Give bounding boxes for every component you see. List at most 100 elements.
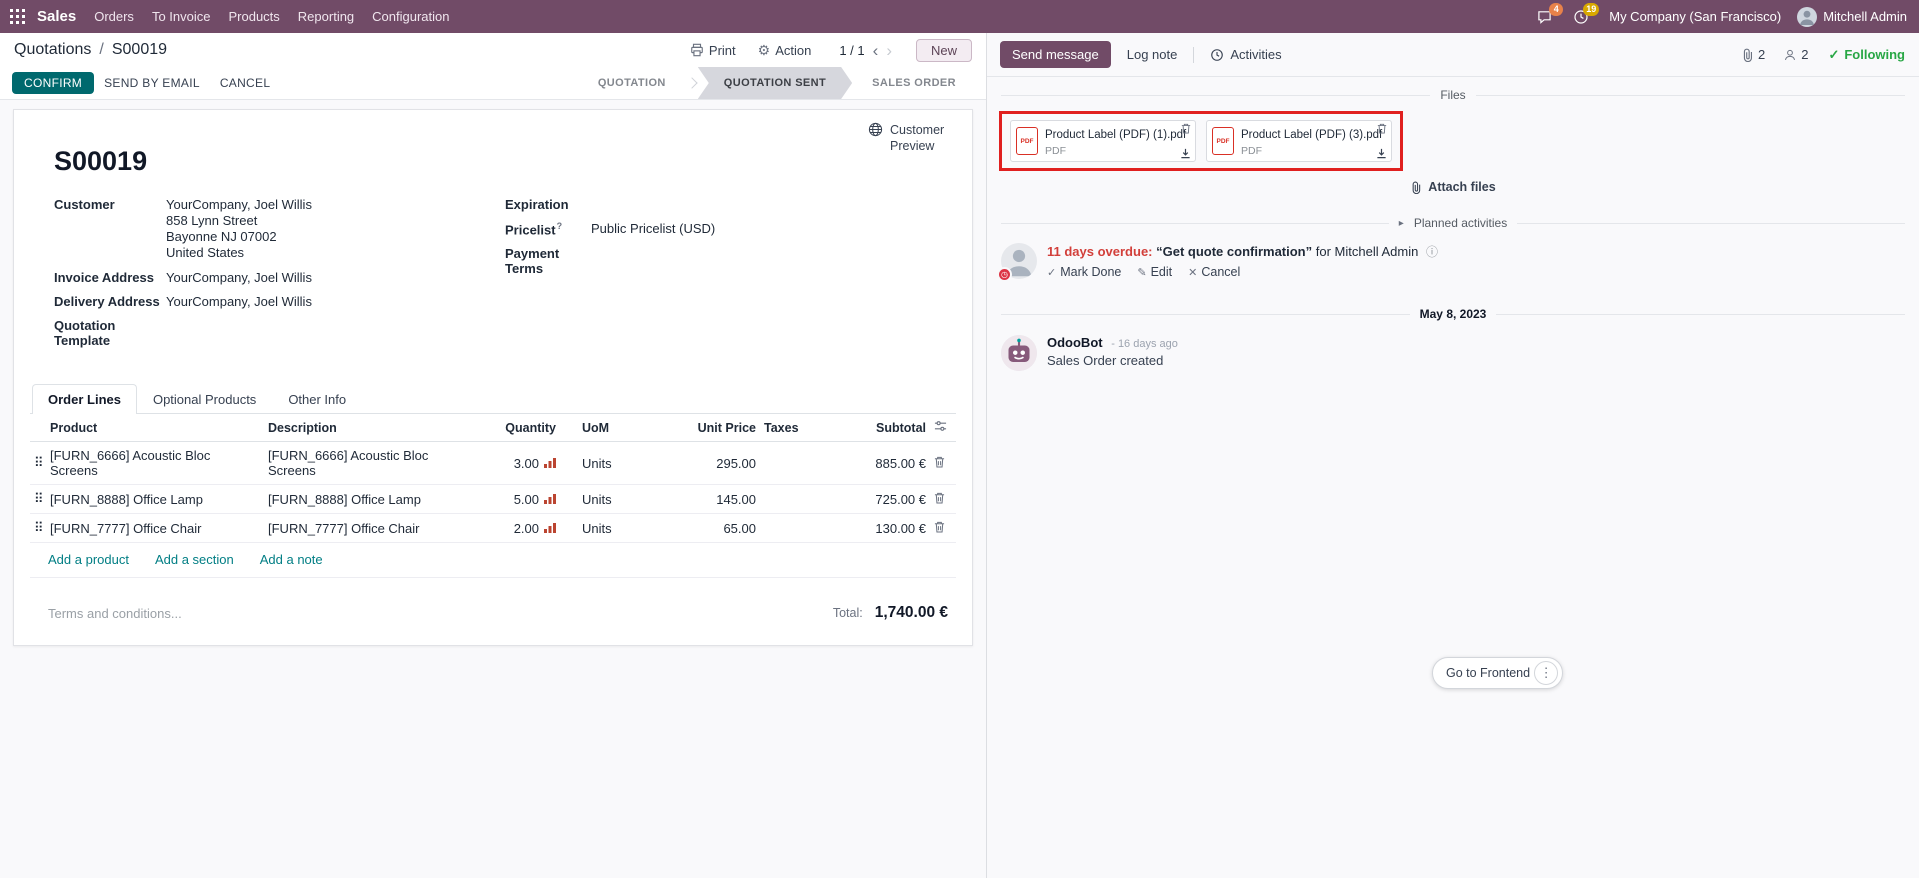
download-attachment-icon[interactable] <box>1180 148 1191 159</box>
add-note-link[interactable]: Add a note <box>260 552 323 567</box>
customer-value[interactable]: YourCompany, Joel Willis 858 Lynn Street… <box>166 197 312 261</box>
menu-to-invoice[interactable]: To Invoice <box>152 9 211 24</box>
go-to-frontend-button[interactable]: Go to Frontend <box>1446 666 1530 680</box>
add-section-link[interactable]: Add a section <box>155 552 234 567</box>
cell-description[interactable]: [FURN_8888] Office Lamp <box>264 485 444 514</box>
col-unit-price[interactable]: Unit Price <box>652 414 760 442</box>
invoice-address-value[interactable]: YourCompany, Joel Willis <box>166 270 312 285</box>
col-description[interactable]: Description <box>264 414 444 442</box>
attachment-card[interactable]: PDF Product Label (PDF) (1).pdf PDF <box>1010 120 1196 162</box>
menu-configuration[interactable]: Configuration <box>372 9 449 24</box>
company-switcher[interactable]: My Company (San Francisco) <box>1609 9 1781 24</box>
log-note-button[interactable]: Log note <box>1117 41 1188 68</box>
drag-handle-icon[interactable]: ⠿ <box>30 514 46 543</box>
delete-attachment-icon[interactable] <box>1181 123 1191 134</box>
status-step-sales-order[interactable]: SALES ORDER <box>852 67 976 99</box>
cell-unit-price[interactable]: 65.00 <box>652 514 760 543</box>
col-uom[interactable]: UoM <box>560 414 652 442</box>
cell-unit-price[interactable]: 295.00 <box>652 442 760 485</box>
cell-quantity[interactable]: 2.00 <box>514 521 539 536</box>
activities-menu-button[interactable]: 19 <box>1573 9 1593 25</box>
delete-line-icon[interactable] <box>934 521 945 533</box>
drag-handle-icon[interactable]: ⠿ <box>30 485 46 514</box>
cell-taxes[interactable] <box>760 485 820 514</box>
odoobot-avatar[interactable] <box>1001 335 1037 371</box>
cell-description[interactable]: [FURN_6666] Acoustic Bloc Screens <box>264 442 444 485</box>
pager-next-icon[interactable]: › <box>886 42 892 59</box>
cell-product[interactable]: [FURN_6666] Acoustic Bloc Screens <box>46 442 264 485</box>
menu-orders[interactable]: Orders <box>94 9 134 24</box>
clock-icon <box>1210 48 1224 62</box>
toggle-columns-icon[interactable] <box>934 420 947 432</box>
cancel-activity-button[interactable]: ✕Cancel <box>1188 265 1240 279</box>
cancel-button[interactable]: CANCEL <box>210 72 280 94</box>
print-button[interactable]: Print <box>690 43 736 58</box>
col-product[interactable]: Product <box>46 414 264 442</box>
send-by-email-button[interactable]: SEND BY EMAIL <box>94 72 210 94</box>
menu-reporting[interactable]: Reporting <box>298 9 354 24</box>
pricelist-help-icon[interactable]: ? <box>557 221 563 231</box>
attachment-card[interactable]: PDF Product Label (PDF) (3).pdf PDF <box>1206 120 1392 162</box>
col-quantity[interactable]: Quantity <box>444 414 560 442</box>
app-name[interactable]: Sales <box>37 8 76 25</box>
tab-order-lines[interactable]: Order Lines <box>32 384 137 414</box>
user-menu[interactable]: Mitchell Admin <box>1797 7 1907 27</box>
apps-grid-icon[interactable] <box>10 9 25 24</box>
cell-unit-price[interactable]: 145.00 <box>652 485 760 514</box>
action-menu-button[interactable]: ⚙ Action <box>758 42 812 59</box>
attachment-name[interactable]: Product Label (PDF) (3).pdf <box>1241 129 1382 141</box>
mark-done-button[interactable]: ✓Mark Done <box>1047 265 1121 279</box>
attachment-name[interactable]: Product Label (PDF) (1).pdf <box>1045 129 1186 141</box>
tab-optional-products[interactable]: Optional Products <box>137 384 272 414</box>
followers-counter-button[interactable]: 2 <box>1783 47 1808 62</box>
col-taxes[interactable]: Taxes <box>760 414 820 442</box>
terms-placeholder[interactable]: Terms and conditions... <box>48 606 182 621</box>
edit-activity-button[interactable]: ✎Edit <box>1137 265 1172 279</box>
info-icon[interactable]: ⓘ <box>1426 245 1438 259</box>
cell-product[interactable]: [FURN_8888] Office Lamp <box>46 485 264 514</box>
delete-attachment-icon[interactable] <box>1377 123 1387 134</box>
cell-uom[interactable]: Units <box>560 514 652 543</box>
planned-activities-header[interactable]: ▸ Planned activities <box>987 216 1919 230</box>
delivery-address-value[interactable]: YourCompany, Joel Willis <box>166 294 312 309</box>
cell-taxes[interactable] <box>760 442 820 485</box>
following-button[interactable]: ✓ Following <box>1828 47 1905 63</box>
confirm-button[interactable]: CONFIRM <box>12 72 94 94</box>
forecast-icon[interactable] <box>544 458 556 468</box>
new-button[interactable]: New <box>916 39 972 62</box>
frontend-menu-button[interactable]: ⋮ <box>1534 661 1558 685</box>
customer-preview-button[interactable]: Customer Preview <box>868 122 952 155</box>
cell-description[interactable]: [FURN_7777] Office Chair <box>264 514 444 543</box>
cell-uom[interactable]: Units <box>560 485 652 514</box>
drag-handle-icon[interactable]: ⠿ <box>30 442 46 485</box>
cell-quantity[interactable]: 3.00 <box>514 456 539 471</box>
record-name[interactable]: S00019 <box>54 146 956 177</box>
pricelist-value[interactable]: Public Pricelist (USD) <box>591 221 715 237</box>
send-message-button[interactable]: Send message <box>1000 41 1111 68</box>
download-attachment-icon[interactable] <box>1376 148 1387 159</box>
order-line-row[interactable]: ⠿ [FURN_7777] Office Chair [FURN_7777] O… <box>30 514 956 543</box>
status-step-quotation-sent[interactable]: QUOTATION SENT <box>698 67 852 99</box>
status-step-quotation[interactable]: QUOTATION <box>578 67 686 99</box>
delete-line-icon[interactable] <box>934 492 945 504</box>
attachments-counter-button[interactable]: 2 <box>1741 47 1765 62</box>
cell-taxes[interactable] <box>760 514 820 543</box>
order-line-row[interactable]: ⠿ [FURN_8888] Office Lamp [FURN_8888] Of… <box>30 485 956 514</box>
col-subtotal[interactable]: Subtotal <box>820 414 930 442</box>
attach-files-button[interactable]: Attach files <box>987 180 1919 194</box>
tab-other-info[interactable]: Other Info <box>272 384 362 414</box>
forecast-icon[interactable] <box>544 523 556 533</box>
delete-line-icon[interactable] <box>934 456 945 468</box>
forecast-icon[interactable] <box>544 494 556 504</box>
cell-product[interactable]: [FURN_7777] Office Chair <box>46 514 264 543</box>
order-line-row[interactable]: ⠿ [FURN_6666] Acoustic Bloc Screens [FUR… <box>30 442 956 485</box>
message-author[interactable]: OdooBot <box>1047 335 1103 350</box>
pager-previous-icon[interactable]: ‹ <box>873 42 879 59</box>
cell-quantity[interactable]: 5.00 <box>514 492 539 507</box>
messages-menu-button[interactable]: 4 <box>1536 9 1557 25</box>
add-product-link[interactable]: Add a product <box>48 552 129 567</box>
menu-products[interactable]: Products <box>228 9 279 24</box>
breadcrumb-parent[interactable]: Quotations <box>14 41 91 59</box>
activities-button[interactable]: Activities <box>1200 41 1291 68</box>
cell-uom[interactable]: Units <box>560 442 652 485</box>
